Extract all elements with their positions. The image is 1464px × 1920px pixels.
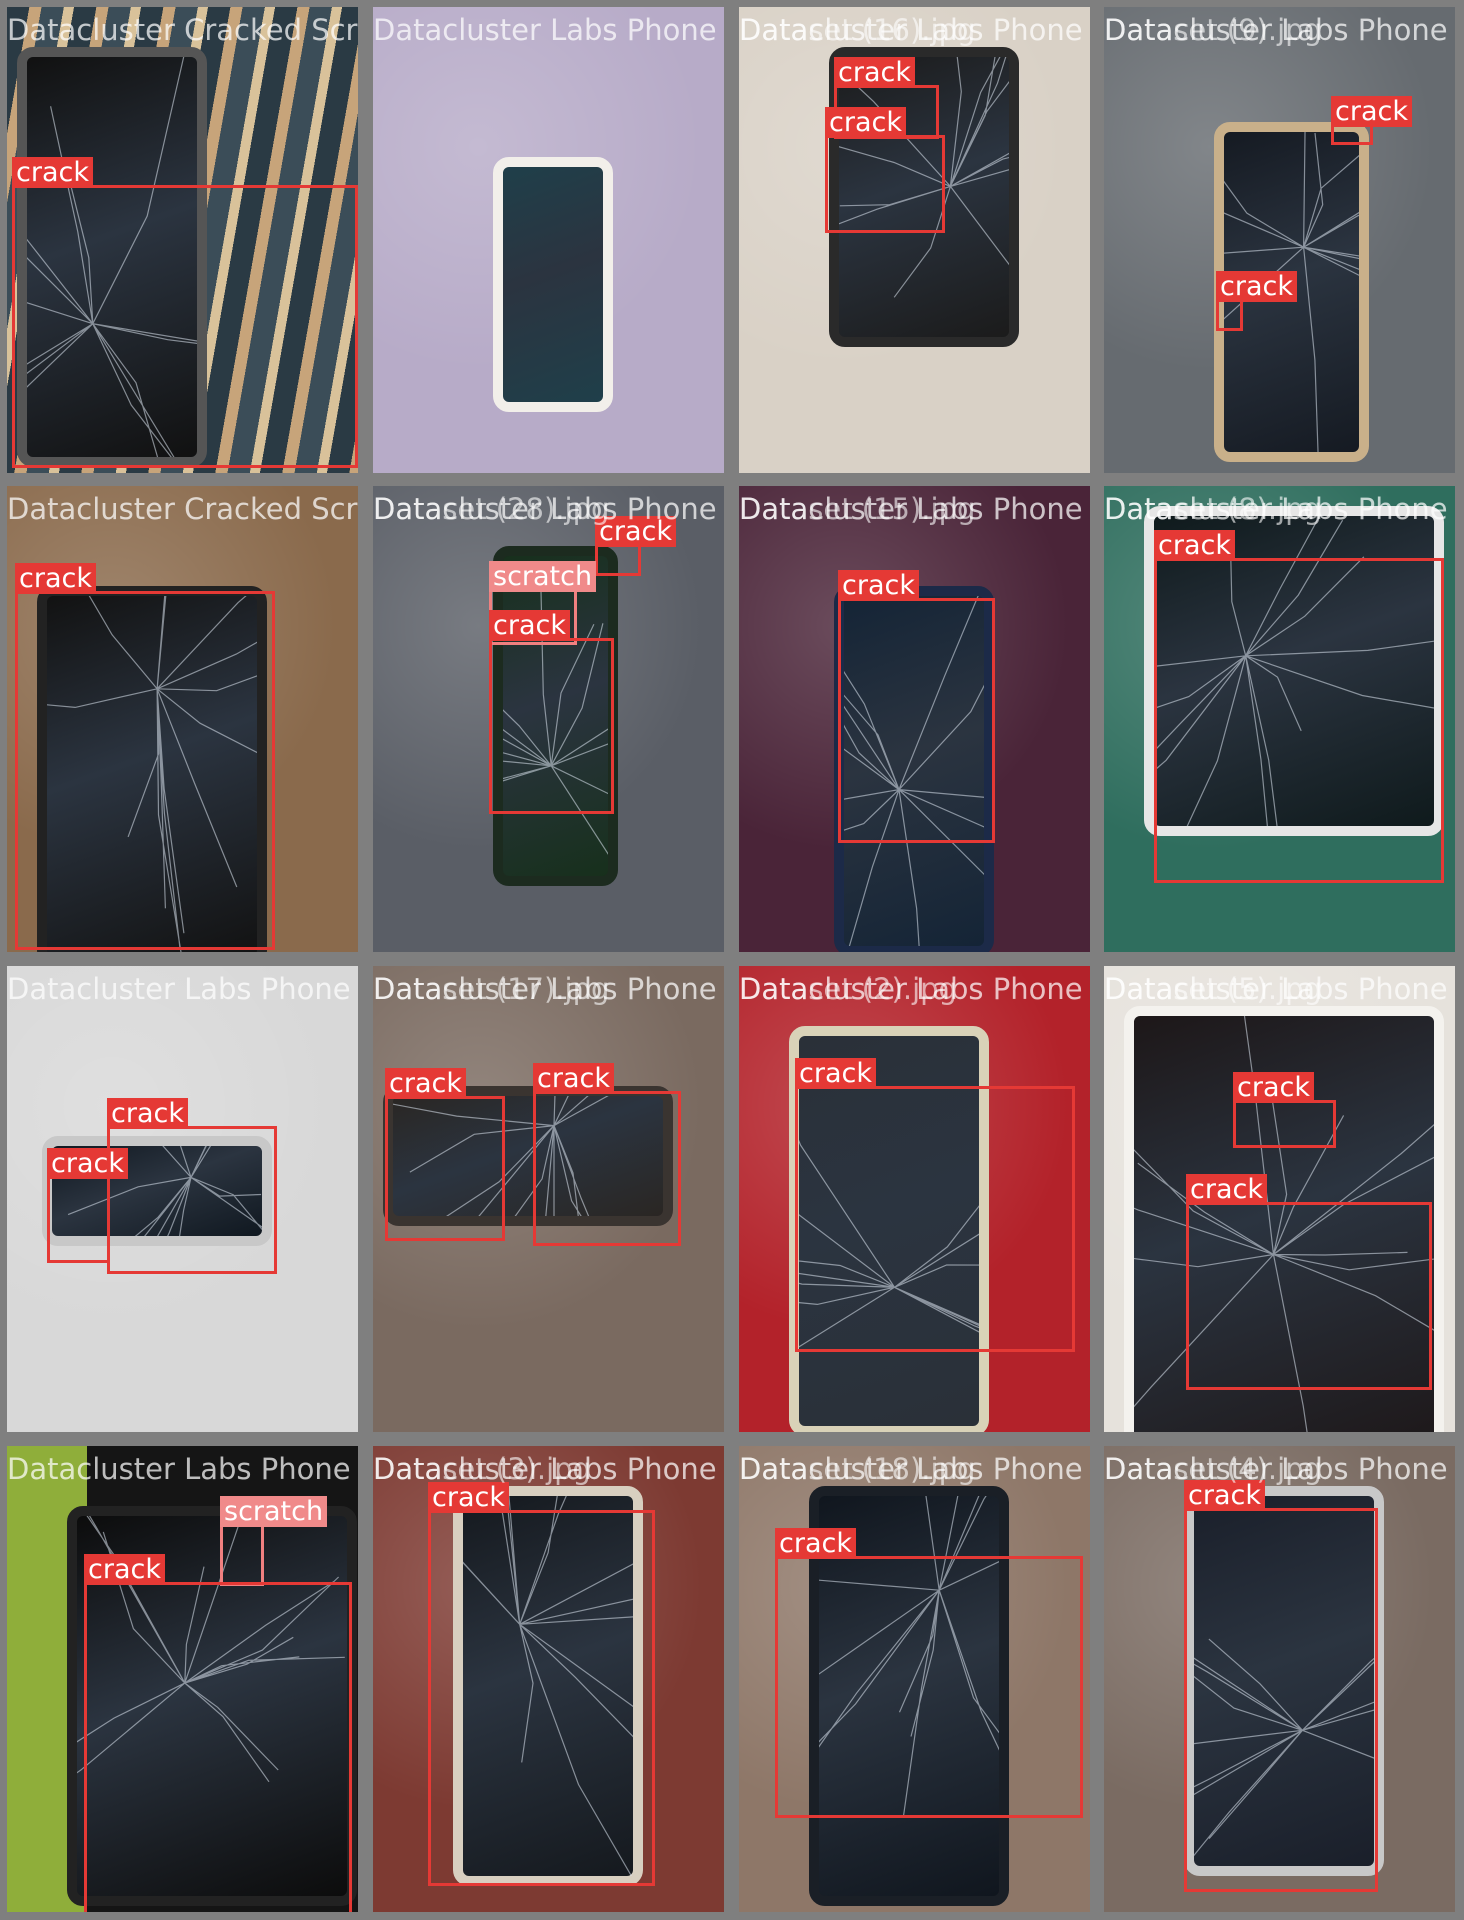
crack-bounding-box: crack — [775, 1528, 1083, 1818]
image-tile: crack crack Datacluster Labs Phone Dataset … — [1104, 7, 1455, 473]
image-tile: crackDatacluster Cracked Screen (28).jpg — [7, 486, 358, 952]
crack-bounding-box: crack — [1233, 1072, 1336, 1148]
crack-bounding-box: crack — [595, 516, 676, 576]
crack-label: crack — [489, 610, 570, 641]
crack-label: crack — [775, 1528, 856, 1559]
crack-bounding-box: crack — [107, 1098, 277, 1274]
crack-label: crack — [1186, 1174, 1267, 1205]
crack-bounding-box: crack — [428, 1482, 655, 1886]
crack-bounding-box: crack — [489, 610, 614, 814]
crack-bounding-box: crack — [838, 570, 995, 843]
image-tile: crack crack Datacluster Labs Phone Dataset … — [373, 966, 724, 1432]
crack-label: crack — [825, 107, 906, 138]
image-grid: crackDatacluster Cracked Screen (290).jp… — [0, 0, 1464, 1920]
crack-label: crack — [838, 570, 919, 601]
image-tile: crack Datacluster Labs Phone Dataset (2).j… — [739, 966, 1090, 1432]
image-tile: scratch crack Datacluster Labs Phone — [7, 1446, 358, 1912]
crack-bounding-box: crack — [385, 1068, 505, 1241]
crack-label: crack — [15, 563, 96, 594]
crack-label: crack — [107, 1098, 188, 1129]
crack-bounding-box: crack — [795, 1058, 1075, 1352]
crack-bounding-box: crack — [825, 107, 945, 233]
image-tile: crack Datacluster Labs Phone Dataset (18).… — [739, 1446, 1090, 1912]
crack-bounding-box: crack — [1331, 96, 1412, 145]
crack-label: crack — [834, 57, 915, 88]
crack-label: crack — [385, 1068, 466, 1099]
crack-bounding-box: crack — [533, 1063, 681, 1246]
image-tile: crack scratch crack Datacluster Labs Phone D… — [373, 486, 724, 952]
crack-label: crack — [12, 157, 93, 188]
image-tile: crackDatacluster Cracked Screen (290).jp… — [7, 7, 358, 473]
screen-cracks — [503, 167, 603, 402]
scratch-bounding-box: scratch — [220, 1496, 328, 1586]
scratch-label: scratch — [489, 561, 597, 592]
crack-label: crack — [1154, 530, 1235, 561]
crack-bounding-box: crack — [15, 563, 275, 950]
phone-image — [493, 157, 613, 412]
crack-label: crack — [1233, 1072, 1314, 1103]
image-tile: crack crack Datacluster Labs Phone Dataset … — [739, 7, 1090, 473]
crack-bounding-box: crack — [1184, 1480, 1378, 1892]
scratch-label: scratch — [220, 1496, 328, 1527]
crack-label: crack — [595, 516, 676, 547]
image-tile: crack crack Datacluster Labs Phone Dataset … — [1104, 966, 1455, 1432]
image-tile: crack Datacluster Labs Phone Dataset (3).j… — [373, 1446, 724, 1912]
crack-bounding-box: crack — [1186, 1174, 1432, 1390]
image-tile: crack Datacluster Labs Phone Dataset (8).j… — [1104, 486, 1455, 952]
image-tile: Datacluster Labs Phone — [373, 7, 724, 473]
crack-label: crack — [1331, 96, 1412, 127]
crack-bounding-box: crack — [1154, 530, 1444, 883]
crack-label: crack — [533, 1063, 614, 1094]
crack-label: crack — [428, 1482, 509, 1513]
crack-bounding-box: crack — [47, 1148, 128, 1263]
crack-label: crack — [84, 1554, 165, 1585]
crack-label: crack — [795, 1058, 876, 1089]
crack-bounding-box: crack — [1216, 271, 1297, 331]
image-tile: crack crack Datacluster Labs Phone — [7, 966, 358, 1432]
image-tile: crack Datacluster Labs Phone Dataset (4).j… — [1104, 1446, 1455, 1912]
crack-bounding-box: crack — [12, 157, 358, 468]
image-tile: crack Datacluster Labs Phone Dataset (15).… — [739, 486, 1090, 952]
crack-label: crack — [1184, 1480, 1265, 1511]
crack-bounding-box: crack — [84, 1554, 352, 1912]
crack-label: crack — [1216, 271, 1297, 302]
